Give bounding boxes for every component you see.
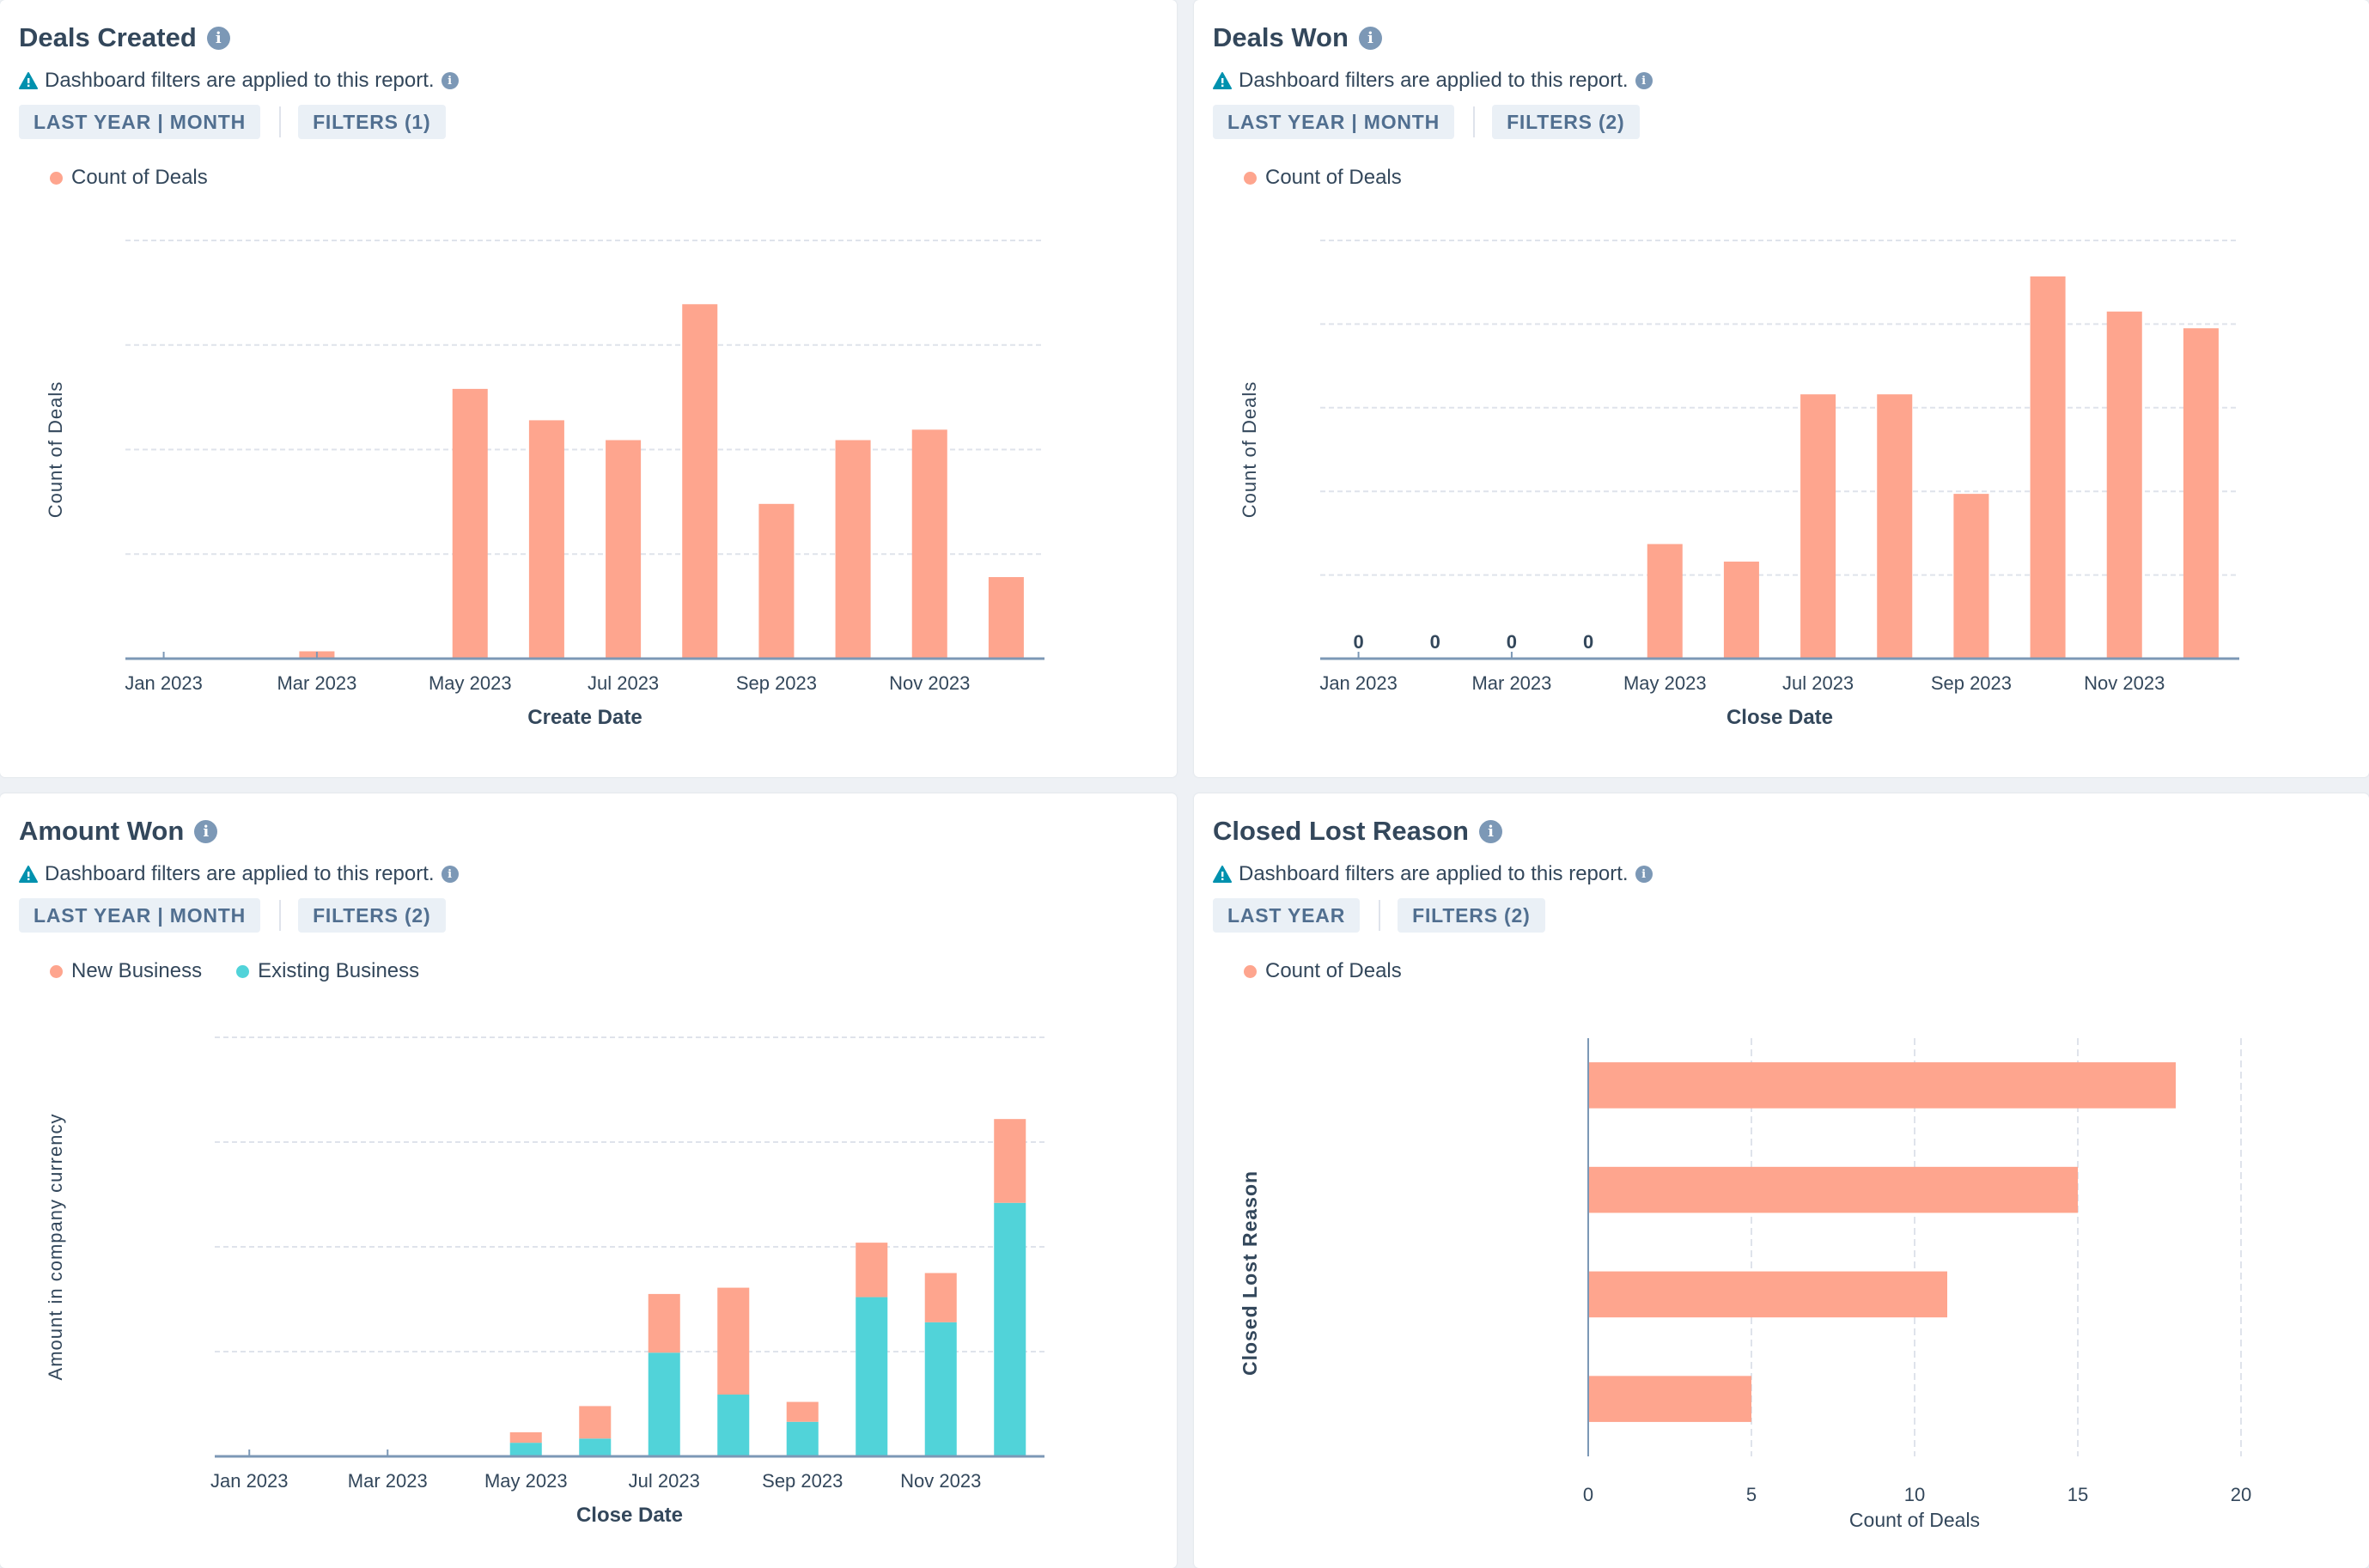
bar-existing-business [579,1438,612,1456]
data-label: 0 [1430,631,1440,653]
x-tick-label: Nov 2023 [889,672,970,694]
x-tick-label: Nov 2023 [2084,672,2165,694]
bar-count-of-deals [682,304,718,659]
bar-new-business [786,1401,819,1422]
data-label: 0 [1353,631,1363,653]
bar-count-of-deals [1877,394,1913,659]
amount-won-chart: Jan 2023 Mar 2023 May 2023 Jul 2023 Sep 2023… [45,1036,1044,1527]
bar-count-of-deals [1800,394,1836,659]
bar-count-of-deals [988,577,1024,659]
x-axis-title: Close Date [576,1504,683,1527]
bar-new-business [717,1287,750,1395]
x-tick-label: Jan 2023 [125,672,203,694]
y-axis-title: Count of Deals [1239,381,1260,519]
bar-count-of-deals [606,440,642,659]
x-axis-title: Create Date [527,706,642,729]
bar-new-business [509,1431,542,1443]
bar-existing-business [994,1202,1026,1456]
x-tick-label: May 2023 [484,1470,568,1492]
bar-count-of-deals [452,388,488,659]
x-tick-label: Sep 2023 [1931,672,2012,694]
bar-existing-business [786,1421,819,1456]
x-tick-label: Jul 2023 [629,1470,700,1492]
bar-count-of-deals [911,429,947,659]
closed-lost-reason-panel: Closed Lost Reason i Dashboard filters a… [1194,793,2369,1568]
bar-count-of-deals [1588,1376,1751,1422]
bar-existing-business [924,1322,957,1456]
bar-count-of-deals [1953,494,1989,659]
x-axis-title: Count of Deals [1849,1509,1980,1531]
x-tick-label: 0 [1583,1484,1593,1505]
deals-created-chart: Jan 2023 Mar 2023 May 2023 Jul 2023 Sep 2023… [45,240,1044,729]
bar-count-of-deals [2106,311,2142,659]
amount-won-panel: Amount Won i Dashboard filters are appli… [0,793,1177,1568]
x-tick-label: Sep 2023 [762,1470,843,1492]
bar-count-of-deals [2183,328,2219,659]
y-axis-title: Closed Lost Reason [1239,1170,1261,1376]
x-tick-label: 20 [2231,1484,2251,1505]
bar-count-of-deals [835,440,871,659]
x-tick-label: Jan 2023 [210,1470,289,1492]
bar-existing-business [648,1352,680,1456]
y-axis-title: Count of Deals [45,381,66,519]
bar-new-business [924,1273,957,1322]
x-tick-label: May 2023 [1623,672,1707,694]
data-label: 0 [1583,631,1593,653]
bar-new-business [856,1243,888,1298]
bar-new-business [994,1119,1026,1203]
deals-won-chart: 0 Jan 2023 0 0 Mar 2023 0 May 2023 Jul 2023 Sep … [1239,240,2239,729]
x-tick-label: 5 [1746,1484,1757,1505]
x-tick-label: Mar 2023 [1471,672,1551,694]
y-axis-title: Amount in company currency [45,1114,66,1381]
bar-count-of-deals [2030,276,2066,659]
bar-count-of-deals [1588,1062,2176,1109]
bar-count-of-deals [1723,562,1759,659]
x-tick-label: Jul 2023 [588,672,659,694]
bar-existing-business [509,1443,542,1456]
bar-new-business [648,1293,680,1353]
bar-count-of-deals [1588,1166,2078,1213]
x-tick-label: Mar 2023 [277,672,356,694]
x-tick-label: Jul 2023 [1782,672,1854,694]
x-tick-label: Mar 2023 [348,1470,428,1492]
bar-existing-business [717,1395,750,1456]
deals-won-panel: Deals Won i Dashboard filters are applie… [1194,0,2369,777]
x-tick-label: Nov 2023 [900,1470,981,1492]
bar-existing-business [856,1297,888,1456]
bar-count-of-deals [758,503,795,659]
data-label: 0 [1507,631,1517,653]
x-tick-label: Sep 2023 [736,672,817,694]
x-tick-label: Jan 2023 [1319,672,1398,694]
x-tick-label: May 2023 [429,672,512,694]
bar-count-of-deals [1588,1271,1947,1318]
x-tick-label: 15 [2068,1484,2088,1505]
bar-new-business [579,1406,612,1439]
x-tick-label: 10 [1904,1484,1925,1505]
bar-count-of-deals [1647,544,1683,659]
deals-created-panel: Deals Created i Dashboard filters are ap… [0,0,1177,777]
x-axis-title: Close Date [1727,706,1833,729]
closed-lost-reason-chart: 0 5 10 15 20 Count of Deals Closed Lost Reason [1239,1038,2251,1531]
bar-count-of-deals [528,420,564,659]
